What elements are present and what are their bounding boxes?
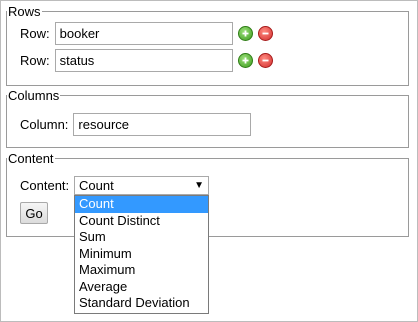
add-row-icon[interactable] xyxy=(237,26,253,41)
content-legend: Content xyxy=(8,151,54,166)
rows-fieldset: Rows xyxy=(6,4,409,86)
row-entry-1: Row: xyxy=(20,22,273,45)
columns-legend: Columns xyxy=(8,88,60,103)
option-minimum[interactable]: Minimum xyxy=(75,246,208,263)
row-label: Row: xyxy=(20,53,50,68)
row-label: Row: xyxy=(20,26,50,41)
row-entry-2: Row: xyxy=(20,49,273,72)
remove-row-icon[interactable] xyxy=(257,26,273,41)
option-standard-deviation[interactable]: Standard Deviation xyxy=(75,295,208,312)
content-label: Content: xyxy=(20,178,70,193)
option-sum[interactable]: Sum xyxy=(75,229,208,246)
column-label: Column: xyxy=(20,117,69,132)
option-count-distinct[interactable]: Count Distinct xyxy=(75,213,208,230)
row-input-status[interactable] xyxy=(54,49,233,72)
column-input-resource[interactable] xyxy=(73,113,252,136)
content-dropdown-list: Count Count Distinct Sum Minimum Maximum… xyxy=(74,195,209,314)
content-select-value: Count xyxy=(79,178,114,193)
row-input-booker[interactable] xyxy=(54,22,233,45)
add-row-icon[interactable] xyxy=(237,53,253,68)
column-entry: Column: xyxy=(20,113,252,136)
option-maximum[interactable]: Maximum xyxy=(75,262,208,279)
content-select[interactable]: Count ▼ xyxy=(74,176,209,195)
go-button[interactable]: Go xyxy=(20,202,48,224)
option-average[interactable]: Average xyxy=(75,279,208,296)
rows-legend: Rows xyxy=(8,4,41,19)
option-count[interactable]: Count xyxy=(75,196,208,213)
remove-row-icon[interactable] xyxy=(257,53,273,68)
dropdown-arrow-icon[interactable]: ▼ xyxy=(194,177,204,194)
